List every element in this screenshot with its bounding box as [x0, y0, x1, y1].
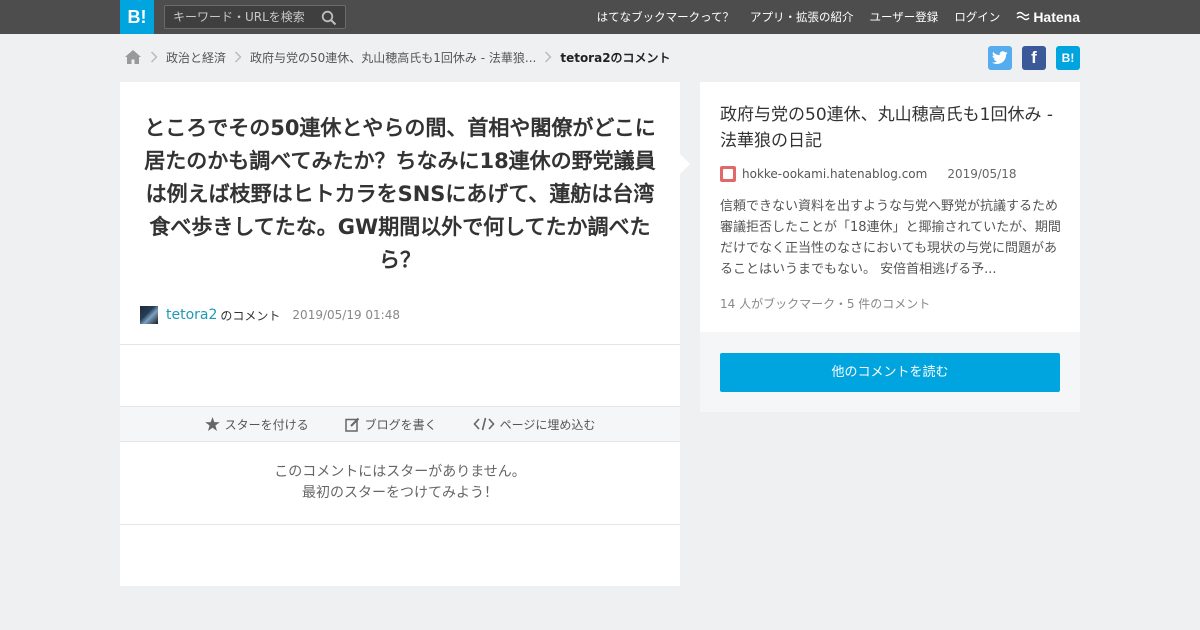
twitter-icon	[992, 51, 1008, 64]
embed-label: ページに埋め込む	[499, 417, 596, 432]
search-input[interactable]	[165, 6, 315, 28]
entry-card-footer: 他のコメントを読む	[700, 332, 1080, 412]
nav-apps[interactable]: アプリ・拡張の紹介	[750, 9, 854, 25]
add-star-button[interactable]: スターを付ける	[204, 416, 309, 433]
divider	[120, 344, 680, 345]
breadcrumb-current: tetora2のコメント	[560, 50, 671, 65]
comment-date[interactable]: 2019/05/19 01:48	[292, 308, 400, 322]
nav-login[interactable]: ログイン	[954, 9, 1000, 25]
top-nav: はてなブックマークって？ アプリ・拡張の紹介 ユーザー登録 ログイン Haten…	[581, 0, 1080, 34]
star-icon	[204, 417, 220, 431]
avatar[interactable]	[140, 306, 158, 324]
nav-register[interactable]: ユーザー登録	[870, 9, 939, 25]
entry-meta: hokke-ookami.hatenablog.com 2019/05/18	[720, 166, 1017, 182]
write-blog-label: ブログを書く	[364, 417, 437, 432]
entry-summary: 信頼できない資料を出すような与党へ野党が抗議するため審議拒否したことが「18連休…	[720, 199, 1061, 277]
chevron-right-icon	[234, 51, 242, 63]
bookmark-count[interactable]: 14 人がブックマーク・5 件のコメント	[720, 295, 930, 312]
read-other-comments-button[interactable]: 他のコメントを読む	[720, 353, 1060, 392]
hatena-bookmark-share-button[interactable]: B!	[1056, 46, 1080, 70]
search-box	[164, 5, 346, 29]
action-bar: スターを付ける ブログを書く ページに埋め込む	[120, 406, 680, 442]
no-stars-message: このコメントにはスターがありません。 最初のスターをつけてみよう！	[120, 462, 680, 504]
comment-text: ところでその50連休とやらの間、首相や閣僚がどこに居たのかも調べてみたか？ちなみ…	[144, 116, 656, 272]
twitter-share-button[interactable]	[988, 46, 1012, 70]
hatena-brand-label: Hatena	[1033, 9, 1080, 25]
username-link[interactable]: tetora2	[166, 307, 217, 323]
write-blog-button[interactable]: ブログを書く	[344, 416, 437, 433]
breadcrumb: 政治と経済 政府与党の50連休、丸山穂高氏も1回休み - 法華狼... teto…	[124, 46, 671, 68]
edit-icon	[344, 417, 359, 432]
search-icon[interactable]	[321, 10, 337, 26]
facebook-share-button[interactable]: f	[1022, 46, 1046, 70]
breadcrumb-category[interactable]: 政治と経済	[166, 49, 226, 66]
entry-title[interactable]: 政府与党の50連休、丸山穂高氏も1回休み - 法華狼の日記	[720, 102, 1065, 154]
comment-card: ところでその50連休とやらの間、首相や閣僚がどこに居たのかも調べてみたか？ちなみ…	[120, 82, 690, 586]
username-suffix: のコメント	[220, 308, 281, 323]
comment-meta: tetora2 のコメント 2019/05/19 01:48	[140, 306, 400, 324]
card-pointer	[680, 154, 690, 174]
hatena-brand[interactable]: Hatena	[1016, 9, 1080, 25]
entry-domain[interactable]: hokke-ookami.hatenablog.com	[742, 167, 927, 181]
chevron-right-icon	[545, 51, 552, 63]
site-favicon-icon	[720, 166, 736, 182]
hatena-bookmark-logo[interactable]: B!	[120, 0, 154, 34]
share-buttons: f B!	[978, 46, 1080, 70]
entry-date: 2019/05/18	[947, 167, 1017, 181]
home-icon[interactable]	[124, 49, 142, 65]
code-icon	[473, 417, 495, 431]
hatena-logo-icon	[1016, 11, 1030, 21]
top-bar: B! はてなブックマークって？ アプリ・拡張の紹介 ユーザー登録 ログイン Ha…	[0, 0, 1200, 34]
entry-card: 政府与党の50連休、丸山穂高氏も1回休み - 法華狼の日記 hokke-ooka…	[700, 82, 1080, 412]
embed-button[interactable]: ページに埋め込む	[473, 416, 596, 433]
nav-about[interactable]: はてなブックマークって？	[597, 9, 734, 25]
no-stars-line1: このコメントにはスターがありません。	[274, 464, 526, 480]
divider	[120, 524, 680, 525]
breadcrumb-entry[interactable]: 政府与党の50連休、丸山穂高氏も1回休み - 法華狼...	[250, 49, 536, 66]
chevron-right-icon	[150, 51, 158, 63]
add-star-label: スターを付ける	[224, 417, 309, 432]
no-stars-line2: 最初のスターをつけてみよう！	[302, 485, 498, 501]
